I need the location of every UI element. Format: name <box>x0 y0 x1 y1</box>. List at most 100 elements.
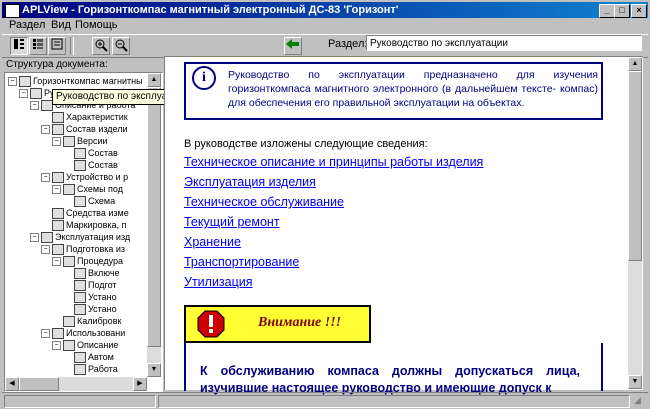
book-icon <box>52 244 64 256</box>
tree-node[interactable]: Средства изме <box>41 207 129 220</box>
tree-node[interactable]: − Горизонткомпас магнитны <box>8 75 143 88</box>
link-repair[interactable]: Текущий ремонт <box>184 215 280 229</box>
tree-node-label: Процедура <box>77 256 124 266</box>
expand-collapse-icon[interactable]: − <box>41 245 50 255</box>
book-icon <box>74 280 86 292</box>
book-icon <box>52 112 64 124</box>
tree-node[interactable]: − Устройство и р <box>41 171 128 184</box>
tree-node[interactable]: Калибровк <box>52 315 121 328</box>
expand-collapse-icon[interactable]: − <box>30 101 39 111</box>
tree-node[interactable]: − Описание <box>52 339 119 352</box>
tree-node-label: Состав <box>88 160 118 170</box>
link-disposal[interactable]: Утилизация <box>184 275 253 289</box>
tree-node[interactable]: Включе <box>63 267 120 280</box>
tree-node[interactable]: Устано <box>63 291 117 304</box>
menu-help[interactable]: Помощь <box>72 19 121 31</box>
close-button[interactable]: × <box>631 4 647 18</box>
resize-grip-icon[interactable]: ◢ <box>634 395 641 406</box>
minimize-button[interactable]: _ <box>599 4 615 18</box>
expand-collapse-icon[interactable]: − <box>8 77 17 87</box>
list-view-icon[interactable] <box>29 37 47 55</box>
warning-title: Внимание !!! <box>258 315 342 330</box>
book-icon <box>63 184 75 196</box>
window-title: APLView - Горизонткомпас магнитный элект… <box>22 4 399 16</box>
tree-node-label: Описание <box>77 340 119 350</box>
expand-collapse-icon[interactable]: − <box>41 125 50 135</box>
link-storage[interactable]: Хранение <box>184 235 241 249</box>
book-icon <box>74 304 86 316</box>
tree-node-label: Схема <box>88 196 116 206</box>
tree-node[interactable]: − Состав издели <box>41 123 128 136</box>
book-icon <box>30 88 42 100</box>
menu-bar: Раздел Вид Помощь <box>2 18 648 34</box>
title-bar: APLView - Горизонткомпас магнитный элект… <box>2 2 648 18</box>
expand-collapse-icon[interactable]: − <box>30 233 39 243</box>
menu-view[interactable]: Вид <box>48 19 74 31</box>
tree-node-label: Эксплуатация изд <box>55 232 131 242</box>
doc-scroll-up-icon[interactable]: ▲ <box>628 57 642 71</box>
tree-node-label: Средства изме <box>66 208 129 218</box>
tree-node[interactable]: Автом <box>63 351 114 364</box>
tree-node[interactable]: − Процедура <box>52 255 124 268</box>
app-icon <box>5 4 20 18</box>
zoom-out-icon[interactable] <box>112 37 130 55</box>
tree-node[interactable]: Устано <box>63 303 117 316</box>
scroll-left-icon[interactable]: ◀ <box>5 377 19 391</box>
book-icon <box>63 136 75 148</box>
document-tree[interactable]: −Горизонткомпас магнитны−Руководство по … <box>4 72 163 392</box>
doc-scroll-thumb[interactable] <box>628 71 642 261</box>
book-icon <box>74 148 86 160</box>
link-operation[interactable]: Эксплуатация изделия <box>184 175 316 189</box>
tree-node-label: Устано <box>88 292 117 302</box>
expand-collapse-icon[interactable]: − <box>52 257 61 267</box>
expand-collapse-icon[interactable]: − <box>52 341 61 351</box>
tree-node[interactable]: Подгот <box>63 279 117 292</box>
tree-node[interactable]: − Эксплуатация изд <box>30 231 131 244</box>
tree-horizontal-scrollbar[interactable]: ◀ ▶ <box>5 377 147 391</box>
scroll-up-icon[interactable]: ▲ <box>147 73 161 87</box>
tree-node[interactable]: Работа <box>63 363 118 376</box>
book-icon <box>19 76 31 88</box>
menu-section[interactable]: Раздел <box>6 19 48 31</box>
toolbar-separator <box>70 37 74 55</box>
link-technical-description[interactable]: Техническое описание и принципы работы и… <box>184 155 483 169</box>
tree-node[interactable]: − Схемы под <box>52 183 123 196</box>
maximize-button[interactable]: □ <box>614 4 630 18</box>
book-icon <box>74 196 86 208</box>
link-maintenance[interactable]: Техническое обслуживание <box>184 195 344 209</box>
tree-vertical-scrollbar[interactable]: ▲ ▼ <box>147 73 161 377</box>
tree-node-label: Подготовка из <box>66 244 126 254</box>
book-icon <box>52 208 64 220</box>
expand-collapse-icon[interactable]: − <box>19 89 28 99</box>
tree-node-label: Версии <box>77 136 108 146</box>
back-arrow-icon[interactable] <box>284 37 302 55</box>
tree-node-label: Маркировка, п <box>66 220 127 230</box>
section-field[interactable]: Руководство по эксплуатации <box>366 35 642 51</box>
tree-node-label: Состав <box>88 148 118 158</box>
scroll-thumb[interactable] <box>147 87 161 347</box>
expand-collapse-icon[interactable]: − <box>52 137 61 147</box>
tree-node[interactable]: Состав <box>63 159 118 172</box>
expand-collapse-icon[interactable]: − <box>52 185 61 195</box>
page-view-icon[interactable] <box>48 37 66 55</box>
link-transport[interactable]: Транспортирование <box>184 255 299 269</box>
doc-scroll-down-icon[interactable]: ▼ <box>628 375 642 389</box>
zoom-in-icon[interactable] <box>92 37 110 55</box>
tree-view-icon[interactable] <box>10 37 28 55</box>
scroll-right-icon[interactable]: ▶ <box>133 377 147 391</box>
tree-node[interactable]: − Подготовка из <box>41 243 126 256</box>
scroll-down-icon[interactable]: ▼ <box>147 363 161 377</box>
tree-node[interactable]: Схема <box>63 195 116 208</box>
tree-node[interactable]: − Версии <box>52 135 108 148</box>
book-icon <box>41 232 53 244</box>
book-icon <box>74 268 86 280</box>
tree-node[interactable]: − Использовани <box>41 327 126 340</box>
expand-collapse-icon[interactable]: − <box>41 173 50 183</box>
tree-node[interactable]: Состав <box>63 147 118 160</box>
hscroll-thumb[interactable] <box>19 377 59 391</box>
tree-node[interactable]: Характеристик <box>41 111 128 124</box>
doc-vertical-scrollbar[interactable]: ▲ ▼ <box>628 57 642 389</box>
expand-collapse-icon[interactable]: − <box>41 329 50 339</box>
tree-node[interactable]: Маркировка, п <box>41 219 127 232</box>
tree-node-label: Использовани <box>66 328 126 338</box>
